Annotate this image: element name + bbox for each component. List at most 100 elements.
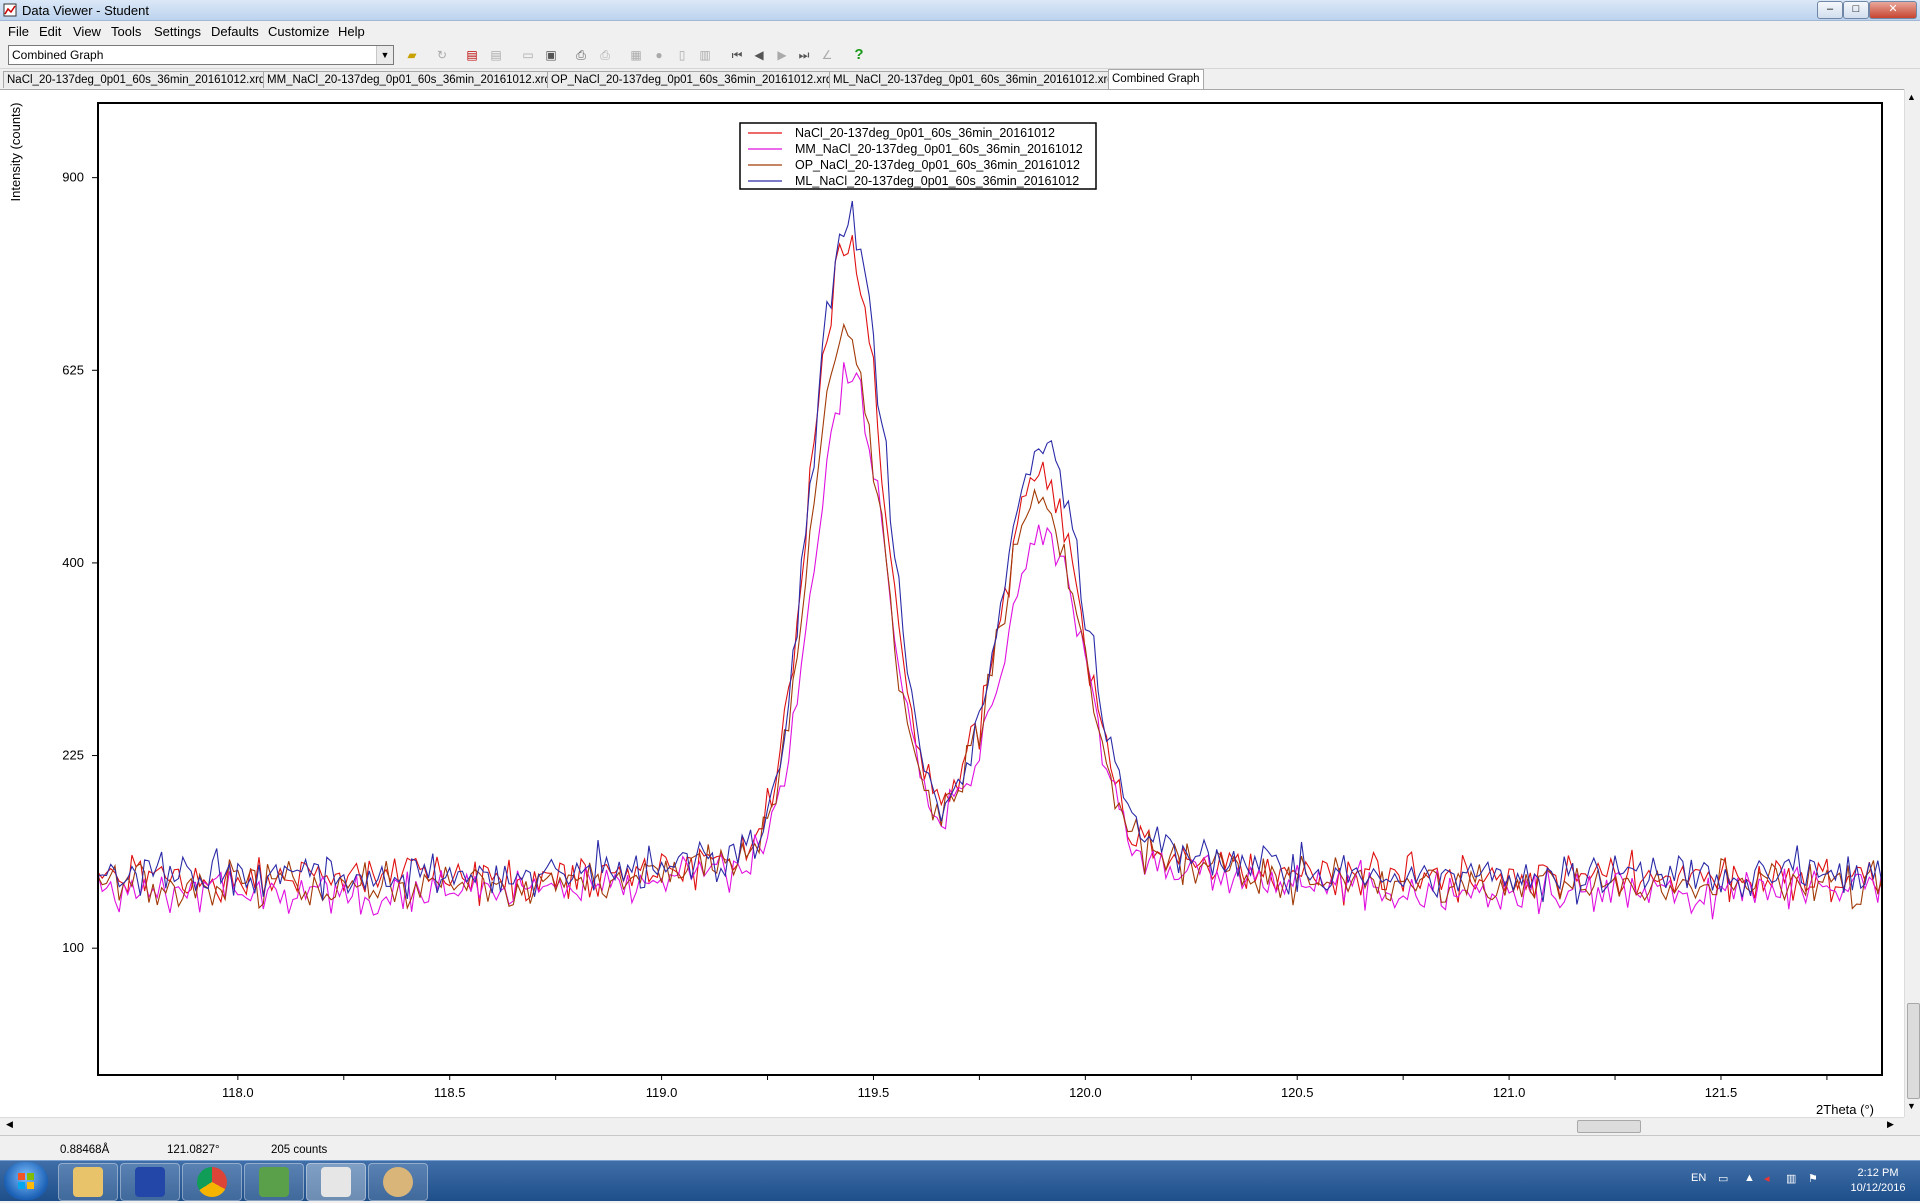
page-print-icon[interactable]: ▥ [696,46,714,64]
vertical-scrollbar[interactable]: ▲ ▼ [1904,89,1920,1117]
start-button[interactable] [4,1162,48,1200]
tab-op-nacl-file[interactable]: OP_NaCl_20-137deg_0p01_60s_36min_2016101… [547,71,849,88]
menu-defaults[interactable]: Defaults [211,24,259,39]
y-tick-label: 225 [62,748,84,763]
taskbar-chrome[interactable] [182,1163,242,1201]
status-two-theta: 121.0827° [167,1144,220,1156]
scroll-left-icon[interactable]: ◀ [6,1119,13,1130]
y-tick-label: 400 [62,555,84,570]
y-tick-label: 625 [62,362,84,377]
circle-icon[interactable]: ● [650,46,668,64]
menu-settings[interactable]: Settings [154,24,201,39]
taskbar-file-explorer[interactable] [58,1163,118,1201]
x-tick-label: 119.5 [858,1085,890,1100]
taskbar: EN ▭ ▲ ◂ ▥ ⚑ 2:12 PM 10/12/2016 [0,1160,1920,1201]
refresh-icon[interactable]: ↻ [433,46,451,64]
open-folder-icon[interactable]: ▰ [403,46,421,64]
eraser-icon[interactable]: ▭ [519,46,537,64]
minimize-button[interactable]: – [1817,1,1843,19]
window-title: Data Viewer - Student [22,3,149,18]
chrome-icon [197,1167,227,1197]
menu-customize[interactable]: Customize [268,24,329,39]
close-button[interactable]: ✕ [1869,1,1917,19]
view-select[interactable]: Combined Graph ▼ [8,45,394,65]
y-tick-label: 900 [62,170,84,185]
clipboard-icon[interactable]: ▣ [542,46,560,64]
export-icon[interactable]: ▤ [463,46,481,64]
chart-app-icon [259,1167,289,1197]
action-center-flag-icon[interactable]: ⚑ [1808,1172,1818,1185]
chart-icon[interactable]: ∠ [818,46,836,64]
y-tick-label: 100 [62,940,84,955]
y-axis-label: Intensity (counts) [8,103,23,202]
status-counts: 205 counts [271,1144,328,1156]
scroll-right-icon[interactable]: ▶ [1887,1119,1894,1130]
horizontal-scroll-thumb[interactable] [1577,1120,1641,1133]
page-icon[interactable]: ▯ [673,46,691,64]
file-explorer-icon [73,1167,103,1197]
x-tick-label: 118.5 [434,1085,466,1100]
status-bar: 0.88468Å 121.0827° 205 counts [0,1135,1920,1160]
help-icon[interactable]: ? [850,46,868,64]
menu-edit[interactable]: Edit [39,24,61,39]
x-tick-label: 120.0 [1069,1085,1102,1100]
menu-file[interactable]: File [8,24,29,39]
tab-strip: NaCl_20-137deg_0p01_60s_36min_20161012.x… [0,69,1920,89]
status-d-spacing: 0.88468Å [60,1144,110,1156]
legend-label: NaCl_20-137deg_0p01_60s_36min_20161012 [795,126,1055,140]
print-icon[interactable]: ⎙ [572,46,590,64]
network-icon[interactable]: ▥ [1786,1172,1796,1185]
previous-icon[interactable]: ◀ [750,46,768,64]
legend-label: ML_NaCl_20-137deg_0p01_60s_36min_2016101… [795,174,1079,188]
last-icon[interactable]: ⏭ [795,46,813,64]
combined-chart[interactable]: Intensity (counts) 100 225 400 625 900 118.0… [0,90,1904,1118]
copy-icon[interactable]: ▤ [487,46,505,64]
scroll-up-icon[interactable]: ▲ [1907,92,1916,102]
plot-area [97,102,1883,1076]
tab-ml-nacl-file[interactable]: ML_NaCl_20-137deg_0p01_60s_36min_2016101… [829,71,1130,88]
taskbar-chart-app[interactable] [244,1163,304,1201]
language-indicator[interactable]: EN [1691,1172,1706,1184]
x-axis-label: 2Theta (°) [1816,1102,1874,1117]
menu-bar: File Edit View Tools Settings Defaults C… [0,21,1920,41]
horizontal-scrollbar[interactable]: ◀ ▶ [0,1117,1904,1134]
first-icon[interactable]: ⏮ [728,46,746,64]
clock-time[interactable]: 2:12 PM [1848,1167,1908,1179]
maximize-button[interactable]: □ [1843,1,1869,19]
taskbar-data-viewer[interactable] [306,1163,366,1201]
save-disk-icon [135,1167,165,1197]
paint-icon [383,1167,413,1197]
windows-logo-icon [18,1173,34,1189]
menu-view[interactable]: View [73,24,101,39]
menu-tools[interactable]: Tools [111,24,141,39]
print-preview-icon[interactable]: ⎙ [596,46,614,64]
tab-combined-graph[interactable]: Combined Graph [1108,69,1204,89]
x-tick-label: 121.5 [1705,1085,1738,1100]
toolbar: Combined Graph ▼ ▰ ↻ ▤ ▤ ▭ ▣ ⎙ ⎙ ▦ ● ▯ ▥… [0,42,1920,69]
table-icon[interactable]: ▦ [627,46,645,64]
show-hidden-icons[interactable]: ▲ [1744,1172,1755,1184]
vertical-scroll-thumb[interactable] [1907,1003,1920,1099]
view-select-value: Combined Graph [12,48,104,62]
microscope-icon [321,1167,351,1197]
legend: NaCl_20-137deg_0p01_60s_36min_20161012 MM… [739,122,1097,190]
taskbar-save-app[interactable] [120,1163,180,1201]
app-icon [3,3,17,17]
tab-nacl-file[interactable]: NaCl_20-137deg_0p01_60s_36min_20161012.x… [3,71,282,88]
title-bar: Data Viewer - Student – □ ✕ [0,0,1920,21]
next-icon[interactable]: ▶ [773,46,791,64]
keyboard-icon[interactable]: ▭ [1718,1172,1728,1185]
x-tick-label: 120.5 [1281,1085,1314,1100]
x-tick-label: 121.0 [1493,1085,1526,1100]
volume-muted-icon[interactable]: ◂ [1764,1172,1770,1185]
menu-help[interactable]: Help [338,24,365,39]
graph-panel: Intensity (counts) 100 225 400 625 900 118.0… [0,89,1904,1118]
chevron-down-icon[interactable]: ▼ [376,46,393,64]
clock-date[interactable]: 10/12/2016 [1840,1182,1916,1194]
legend-label: MM_NaCl_20-137deg_0p01_60s_36min_2016101… [795,142,1083,156]
tab-mm-nacl-file[interactable]: MM_NaCl_20-137deg_0p01_60s_36min_2016101… [263,71,568,88]
taskbar-paint[interactable] [368,1163,428,1201]
x-tick-label: 119.0 [646,1085,678,1100]
scroll-down-icon[interactable]: ▼ [1907,1101,1916,1111]
legend-label: OP_NaCl_20-137deg_0p01_60s_36min_2016101… [795,158,1080,172]
